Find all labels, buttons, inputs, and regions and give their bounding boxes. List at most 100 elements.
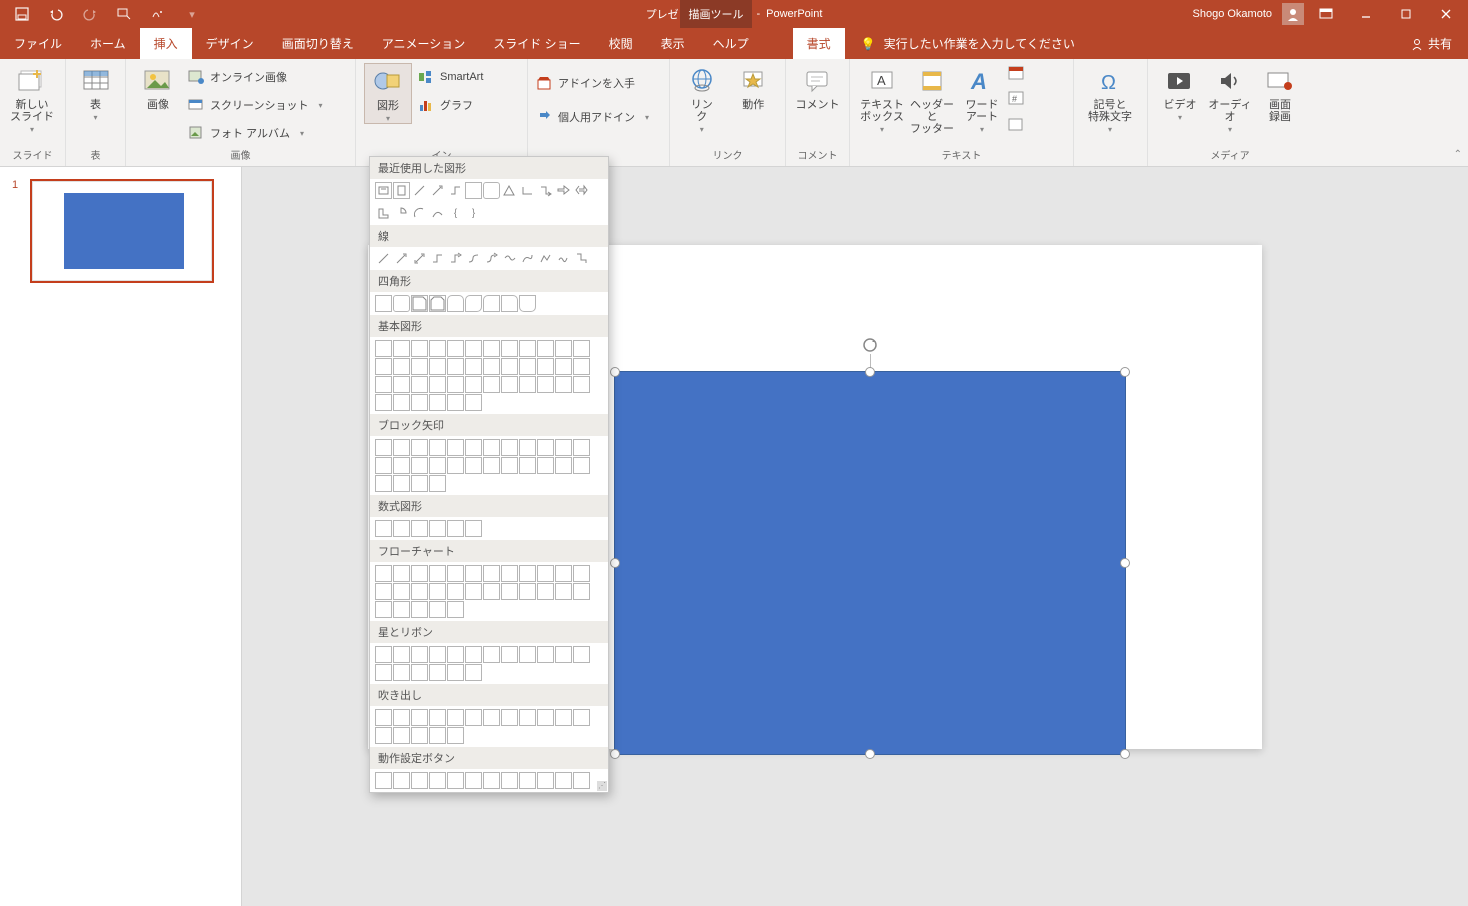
shape-item[interactable] (465, 646, 482, 663)
photo-album-button[interactable]: フォト アルバム▾ (188, 121, 322, 145)
shape-curve[interactable] (429, 205, 446, 222)
tab-review[interactable]: 校閲 (595, 28, 647, 59)
get-addins-button[interactable]: アドインを入手 (536, 71, 649, 95)
shape-rect1[interactable] (375, 295, 392, 312)
shape-item[interactable] (375, 439, 392, 456)
shape-item[interactable] (483, 583, 500, 600)
shape-item[interactable] (501, 709, 518, 726)
shape-item[interactable] (393, 583, 410, 600)
redo-button[interactable] (73, 0, 107, 28)
shape-item[interactable] (483, 358, 500, 375)
shape-triangle[interactable] (501, 182, 518, 199)
shape-item[interactable] (429, 520, 446, 537)
symbols-button[interactable]: Ω記号と 特殊文字▾ (1082, 63, 1138, 134)
tab-view[interactable]: 表示 (647, 28, 699, 59)
online-pictures-button[interactable]: オンライン画像 (188, 65, 322, 89)
shape-item[interactable] (519, 457, 536, 474)
resize-handle-e[interactable] (1120, 558, 1130, 568)
shape-arrow-right[interactable] (555, 182, 572, 199)
selected-rectangle-shape[interactable] (614, 371, 1126, 755)
shape-item[interactable] (393, 376, 410, 393)
maximize-button[interactable] (1388, 0, 1424, 28)
shape-item[interactable] (519, 376, 536, 393)
resize-handle-nw[interactable] (610, 367, 620, 377)
screenshot-button[interactable]: スクリーンショット▾ (188, 93, 322, 117)
tab-home[interactable]: ホーム (76, 28, 140, 59)
shape-item[interactable] (537, 646, 554, 663)
shape-item[interactable] (375, 646, 392, 663)
shape-arc[interactable] (411, 205, 428, 222)
shape-item[interactable] (465, 565, 482, 582)
shape-item[interactable] (447, 358, 464, 375)
shape-item[interactable] (465, 772, 482, 789)
shape-item[interactable] (447, 376, 464, 393)
shape-item[interactable] (555, 583, 572, 600)
shape-line6[interactable] (465, 250, 482, 267)
wordart-button[interactable]: Aワード アート▾ (958, 63, 1006, 134)
new-slide-button[interactable]: 新しい スライド ▾ (8, 63, 56, 134)
shape-item[interactable] (375, 664, 392, 681)
shape-item[interactable] (429, 358, 446, 375)
shape-item[interactable] (555, 358, 572, 375)
shape-item[interactable] (375, 340, 392, 357)
shape-item[interactable] (447, 520, 464, 537)
shape-item[interactable] (465, 664, 482, 681)
shape-item[interactable] (483, 646, 500, 663)
tab-help[interactable]: ヘルプ (699, 28, 763, 59)
shape-item[interactable] (537, 457, 554, 474)
table-button[interactable]: 表 ▾ (74, 63, 117, 122)
shape-line-arrow[interactable] (429, 182, 446, 199)
share-button[interactable]: 共有 (1394, 28, 1468, 59)
shape-item[interactable] (483, 772, 500, 789)
minimize-button[interactable] (1348, 0, 1384, 28)
shape-item[interactable] (375, 376, 392, 393)
shape-item[interactable] (393, 709, 410, 726)
shape-item[interactable] (465, 358, 482, 375)
rotate-handle[interactable] (861, 336, 879, 354)
tab-insert[interactable]: 挿入 (140, 28, 192, 59)
shape-item[interactable] (393, 772, 410, 789)
shape-item[interactable] (465, 439, 482, 456)
tab-design[interactable]: デザイン (192, 28, 268, 59)
shape-item[interactable] (483, 457, 500, 474)
shape-item[interactable] (411, 583, 428, 600)
shape-item[interactable] (375, 565, 392, 582)
shape-item[interactable] (447, 439, 464, 456)
shape-item[interactable] (411, 439, 428, 456)
thumbnail-1[interactable]: 1 (12, 179, 229, 283)
shape-item[interactable] (573, 358, 590, 375)
shape-item[interactable] (519, 709, 536, 726)
shape-item[interactable] (411, 709, 428, 726)
shape-item[interactable] (411, 394, 428, 411)
comment-button[interactable]: コメント (794, 63, 841, 111)
shape-freeform[interactable] (537, 250, 554, 267)
audio-button[interactable]: オーディオ▾ (1206, 63, 1254, 134)
shape-item[interactable] (447, 646, 464, 663)
textbox-button[interactable]: Aテキスト ボックス▾ (858, 63, 906, 134)
qat-customize-button[interactable]: ▾ (175, 0, 209, 28)
shape-item[interactable] (411, 646, 428, 663)
touch-mode-button[interactable] (141, 0, 175, 28)
shape-item[interactable] (375, 394, 392, 411)
shape-item[interactable] (411, 475, 428, 492)
shape-item[interactable] (573, 646, 590, 663)
collapse-ribbon-button[interactable]: ⌃ (1454, 149, 1462, 160)
shape-item[interactable] (573, 583, 590, 600)
shape-rectangle[interactable] (465, 182, 482, 199)
shape-item[interactable] (519, 772, 536, 789)
shape-item[interactable] (465, 376, 482, 393)
chart-button[interactable]: グラフ (418, 93, 483, 117)
shape-item[interactable] (519, 583, 536, 600)
shape-item[interactable] (429, 583, 446, 600)
shape-item[interactable] (447, 601, 464, 618)
shape-item[interactable] (429, 709, 446, 726)
shape-line5[interactable] (447, 250, 464, 267)
shape-l[interactable] (375, 205, 392, 222)
shape-item[interactable] (573, 709, 590, 726)
shape-item[interactable] (501, 646, 518, 663)
shape-item[interactable] (411, 772, 428, 789)
shape-item[interactable] (447, 565, 464, 582)
shape-item[interactable] (429, 340, 446, 357)
shape-item[interactable] (411, 520, 428, 537)
slide-number-button[interactable]: # (1008, 91, 1034, 113)
